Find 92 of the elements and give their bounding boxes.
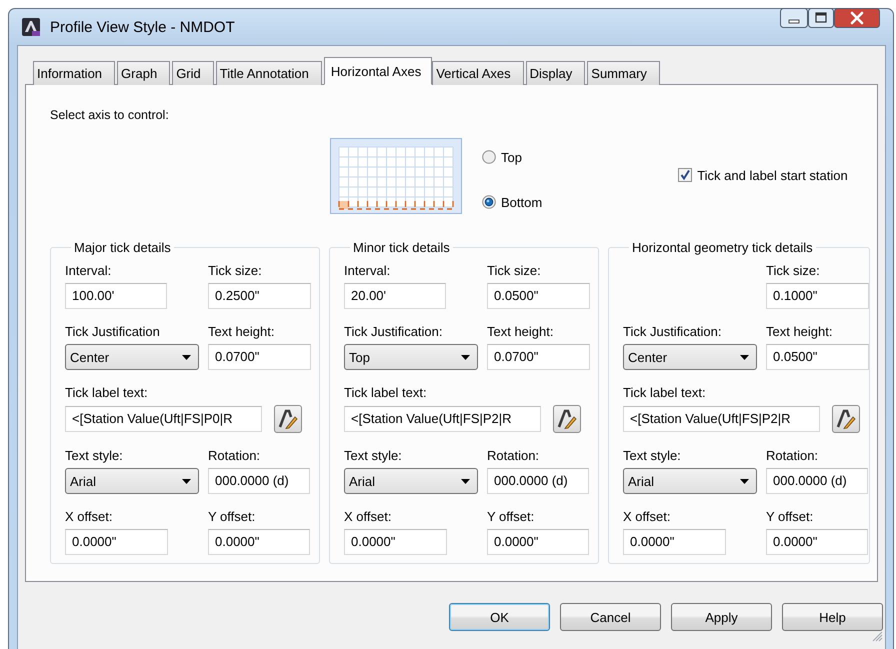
radio-option[interactable]: Top <box>482 149 542 165</box>
minimize-button[interactable] <box>780 8 808 28</box>
field-label: Tick label text: <box>344 385 428 401</box>
text-field[interactable]: 0.0000" <box>487 529 589 555</box>
group-title: Minor tick details <box>352 240 451 255</box>
tab[interactable]: Information <box>33 61 116 85</box>
field-label: Tick Justification: <box>623 324 722 340</box>
tab[interactable]: Vertical Axes <box>432 61 524 85</box>
field-label: Text height: <box>487 324 554 340</box>
section-label: Select axis to control: <box>50 108 170 122</box>
dialog-button[interactable]: Apply <box>671 603 772 631</box>
resize-grip-icon[interactable] <box>872 631 883 642</box>
field-label: Rotation: <box>208 448 262 464</box>
dialog-button[interactable]: OK <box>449 603 550 631</box>
caret-icon <box>461 354 470 360</box>
text-editor-button[interactable] <box>832 405 860 433</box>
app-icon <box>22 18 40 36</box>
maximize-button[interactable] <box>808 8 834 28</box>
text-field[interactable]: 0.0000" <box>623 529 726 555</box>
text-field[interactable]: 0.0700" <box>208 344 311 370</box>
text-field[interactable]: <[Station Value(Uft|FS|P0|R <box>65 406 262 432</box>
radio-icon[interactable] <box>482 150 496 164</box>
field-label: Text height: <box>766 324 834 340</box>
radio-option[interactable]: Bottom <box>482 194 542 210</box>
text-field[interactable]: <[Station Value(Uft|FS|P2|R <box>344 406 541 432</box>
caret-icon <box>461 478 470 484</box>
pencil-icon <box>278 409 298 429</box>
tab[interactable]: Graph <box>117 61 170 85</box>
field-label: Interval: <box>65 263 112 279</box>
text-field[interactable]: 100.00' <box>65 283 167 309</box>
field-label: Tick size: <box>208 263 263 279</box>
dropdown[interactable]: Top <box>344 344 478 370</box>
text-field[interactable]: 0.0000" <box>208 529 310 555</box>
pencil-icon <box>836 409 856 429</box>
field-label: Y offset: <box>208 509 256 525</box>
caret-icon <box>740 478 749 484</box>
tab[interactable]: Grid <box>172 61 214 85</box>
field-label: X offset: <box>65 509 114 525</box>
field-label: Tick size: <box>487 263 542 279</box>
text-field[interactable]: <[Station Value(Uft|FS|P2|R <box>623 406 820 432</box>
dropdown[interactable]: Arial <box>623 468 757 494</box>
text-field[interactable]: 0.0000" <box>344 529 447 555</box>
text-field[interactable]: 000.0000 (d) <box>487 468 589 494</box>
dialog-button[interactable]: Help <box>782 603 883 631</box>
checkbox-icon[interactable] <box>678 168 692 182</box>
field-label: Y offset: <box>487 509 536 525</box>
caret-icon <box>182 478 191 484</box>
text-field[interactable]: 0.0000" <box>65 529 168 555</box>
radio-icon[interactable] <box>482 195 496 209</box>
field-label: Text height: <box>208 324 276 340</box>
text-editor-button[interactable] <box>274 405 302 433</box>
dropdown[interactable]: Center <box>623 344 757 370</box>
text-field[interactable]: 0.0500" <box>487 283 590 309</box>
dropdown[interactable]: Arial <box>65 468 199 494</box>
text-field[interactable]: 0.0000" <box>766 529 868 555</box>
close-button[interactable] <box>834 8 880 28</box>
tab[interactable]: Summary <box>587 61 660 85</box>
text-field[interactable]: 000.0000 (d) <box>208 468 310 494</box>
text-field[interactable]: 0.1000" <box>766 283 869 309</box>
group-title: Major tick details <box>73 240 172 255</box>
field-label: Rotation: <box>487 448 540 464</box>
caret-icon <box>182 354 191 360</box>
tab[interactable]: Display <box>526 61 586 85</box>
dialog-button[interactable]: Cancel <box>560 603 661 631</box>
dropdown[interactable]: Arial <box>344 468 478 494</box>
checkbox-option[interactable]: Tick and label start station <box>678 167 848 183</box>
text-field[interactable]: 20.00' <box>344 283 446 309</box>
window-title: Profile View Style - NMDOT <box>50 18 235 36</box>
text-field[interactable]: 0.0500" <box>766 344 869 370</box>
pencil-icon <box>557 409 577 429</box>
field-label: Tick size: <box>766 263 821 279</box>
field-label: Rotation: <box>766 448 820 464</box>
tab[interactable]: Horizontal Axes <box>324 57 432 85</box>
field-label: Tick Justification <box>65 324 161 340</box>
text-field[interactable]: 000.0000 (d) <box>766 468 868 494</box>
field-label: Tick label text: <box>623 385 707 401</box>
group-title: Horizontal geometry tick details <box>631 240 814 255</box>
field-label: Interval: <box>344 263 392 279</box>
tab[interactable]: Title Annotation <box>216 61 322 85</box>
field-label: Text style: <box>65 448 124 464</box>
text-field[interactable]: 0.2500" <box>208 283 311 309</box>
caret-icon <box>740 354 749 360</box>
field-label: X offset: <box>344 509 392 525</box>
field-label: Y offset: <box>766 509 814 525</box>
field-label: Tick Justification: <box>344 324 444 340</box>
text-field[interactable]: 0.0700" <box>487 344 590 370</box>
field-label: Text style: <box>344 448 403 464</box>
text-editor-button[interactable] <box>553 405 581 433</box>
field-label: Tick label text: <box>65 385 149 401</box>
dropdown[interactable]: Center <box>65 344 199 370</box>
field-label: Text style: <box>623 448 682 464</box>
field-label: X offset: <box>623 509 672 525</box>
